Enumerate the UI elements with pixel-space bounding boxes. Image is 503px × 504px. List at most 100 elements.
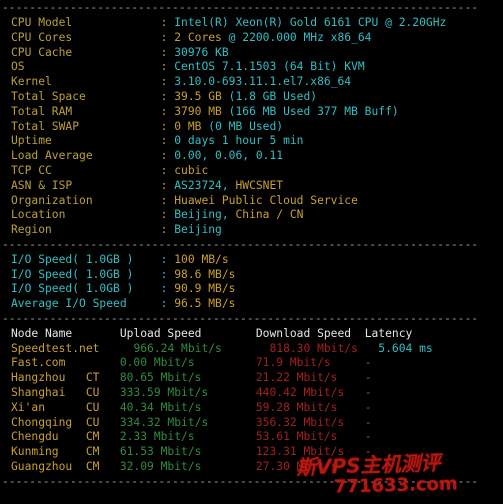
system-info-colon: : [160, 75, 175, 89]
speedtest-upload-speed: 32.09 Mbit/s [119, 459, 256, 473]
speedtest-upload-speed: 40.34 Mbit/s [119, 400, 256, 414]
system-info-row: Load Average : 0.00, 0.06, 0.11 [0, 149, 503, 164]
system-info-colon: : [160, 149, 175, 163]
speedtest-latency: - [364, 459, 372, 473]
system-info-value-yellow: 3790 MB [174, 104, 222, 118]
io-speed-row: I/O Speed( 1.0GB ) : 90.9 MB/s [0, 282, 503, 297]
speedtest-download-speed: 71.9 Mbit/s [255, 356, 365, 370]
system-info-value-yellow: 2 Cores [174, 30, 222, 44]
speedtest-node-name: Shanghai CU [11, 385, 120, 399]
system-info-label: Location [11, 208, 161, 222]
system-info-value-cyan: 0 days 1 hour 5 min [174, 134, 304, 148]
system-info-value-cyan: AS23724, [174, 178, 236, 192]
system-info-label: CPU Cache [11, 45, 161, 59]
speedtest-header-download: Download Speed [255, 326, 365, 340]
speedtest-row: Chongqing CU 334.32 Mbit/s 356.32 Mbit/s… [0, 416, 503, 431]
io-speed-label: I/O Speed( 1.0GB ) [11, 267, 161, 281]
system-info-value-cyan: (166 MB Used 377 MB Buff) [221, 104, 399, 118]
system-info-value-yellow: Huawei Public Cloud Service [174, 193, 358, 207]
system-info-value-cyan: @ 2200.000 MHz x86_64 [221, 30, 372, 44]
io-speed-colon: : [160, 252, 175, 266]
system-info-label: OS [11, 60, 161, 74]
separator-top: ----------------------------------------… [2, 1, 479, 14]
speedtest-download-speed: 59.28 Mbit/s [255, 400, 365, 414]
speedtest-latency: - [364, 400, 372, 414]
system-info-label: ASN & ISP [11, 178, 161, 192]
io-speed-value: 100 MB/s [174, 252, 229, 266]
speedtest-row: Fast.com 0.00 Mbit/s 71.9 Mbit/s - [0, 356, 503, 371]
speedtest-node-name: Chongqing CU [11, 415, 120, 429]
system-info-value-cyan: CentOS 7.1.1503 (64 Bit) KVM [174, 60, 365, 74]
io-speed-row: I/O Speed( 1.0GB ) : 98.6 MB/s [0, 268, 503, 283]
system-info-row: CPU Cache : 30976 KB [0, 46, 503, 61]
io-speed-row: Average I/O Speed : 96.5 MB/s [0, 297, 503, 312]
speedtest-latency: - [364, 385, 372, 399]
system-info-row: Total Space : 39.5 GB (1.8 GB Used) [0, 90, 503, 105]
system-info-value-cyan: (0 MB Used) [201, 119, 284, 133]
speedtest-header-row: Node Name Upload Speed Download Speed La… [0, 327, 503, 342]
speedtest-row: Speedtest.net 966.24 Mbit/s 818.30 Mbit/… [0, 342, 503, 357]
speedtest-download-speed: 818.30 Mbit/s [269, 341, 379, 355]
system-info-colon: : [160, 45, 175, 59]
speedtest-row: Kunming CM 61.53 Mbit/s 123.31 Mbit/s - [0, 445, 503, 460]
separator-speedtest: ----------------------------------------… [2, 311, 479, 325]
system-info-colon: : [160, 208, 175, 222]
io-speed-colon: : [160, 267, 175, 281]
system-info-row: Organization : Huawei Public Cloud Servi… [0, 194, 503, 209]
speedtest-latency: - [364, 430, 372, 444]
speedtest-header-latency: Latency [364, 326, 413, 340]
io-speed-label: Average I/O Speed [11, 297, 161, 311]
system-info-colon: : [160, 134, 175, 148]
system-info-value-yellow: HWCSNET [235, 178, 284, 192]
system-info-label: CPU Model [11, 16, 161, 29]
speedtest-upload-speed: 333.59 Mbit/s [119, 385, 256, 399]
system-info-label: CPU Cores [11, 30, 161, 44]
speedtest-row: Chengdu CM 2.33 Mbit/s 53.61 Mbit/s - [0, 430, 503, 445]
system-info-label: Region [11, 223, 161, 237]
system-info-value-cyan: Beijing, [174, 208, 236, 222]
system-info-row: CPU Model : Intel(R) Xeon(R) Gold 6161 C… [0, 16, 503, 31]
io-speed-colon: : [160, 282, 175, 296]
system-info-colon: : [160, 178, 175, 192]
speedtest-header-node: Node Name [11, 326, 120, 340]
speedtest-upload-speed: 334.32 Mbit/s [119, 415, 256, 429]
system-info-label: Load Average [11, 149, 161, 163]
system-info-label: TCP CC [11, 163, 161, 177]
speedtest-node-name: Fast.com [11, 356, 120, 370]
speedtest-download-speed: 356.32 Mbit/s [255, 415, 365, 429]
separator-bottom: ----------------------------------------… [2, 474, 479, 488]
system-info-row: Total RAM : 3790 MB (166 MB Used 377 MB … [0, 105, 503, 120]
system-info-label: Kernel [11, 75, 161, 89]
terminal-output: ----------------------------------------… [0, 0, 503, 504]
io-speed-row: I/O Speed( 1.0GB ) : 100 MB/s [0, 253, 503, 268]
speedtest-node-name: Xi'an CU [11, 400, 120, 414]
system-info-colon: : [160, 223, 175, 237]
speedtest-download-speed: 53.61 Mbit/s [255, 430, 365, 444]
speedtest-download-speed: 21.22 Mbit/s [255, 371, 365, 385]
system-info-row: Kernel : 3.10.0-693.11.1.el7.x86_64 [0, 75, 503, 90]
system-info-block: CPU Model : Intel(R) Xeon(R) Gold 6161 C… [0, 16, 503, 238]
system-info-colon: : [160, 119, 175, 133]
speedtest-latency: - [364, 415, 372, 429]
system-info-row: ASN & ISP : AS23724, HWCSNET [0, 179, 503, 194]
io-speed-value: 90.9 MB/s [174, 282, 236, 296]
speedtest-upload-speed: 0.00 Mbit/s [119, 356, 256, 370]
speedtest-latency: - [364, 371, 372, 385]
io-speed-value: 98.6 MB/s [174, 267, 236, 281]
speedtest-download-speed: 440.42 Mbit/s [255, 385, 365, 399]
speedtest-node-name: Chengdu CM [11, 430, 120, 444]
io-speed-value: 96.5 MB/s [174, 297, 236, 311]
system-info-colon: : [160, 60, 175, 74]
speedtest-row: Xi'an CU 40.34 Mbit/s 59.28 Mbit/s - [0, 401, 503, 416]
system-info-value-cyan: Intel(R) Xeon(R) Gold 6161 CPU @ 2.20GHz [174, 16, 447, 29]
io-speed-colon: : [160, 297, 175, 311]
speedtest-row: Shanghai CU 333.59 Mbit/s 440.42 Mbit/s … [0, 386, 503, 401]
system-info-value-yellow: 39.5 GB [174, 89, 222, 103]
system-info-row: CPU Cores : 2 Cores @ 2200.000 MHz x86_6… [0, 31, 503, 46]
system-info-row: Location : Beijing, China / CN [0, 208, 503, 223]
speedtest-latency: - [364, 445, 372, 459]
system-info-label: Uptime [11, 134, 161, 148]
speedtest-download-speed: 123.31 Mbit/s [255, 445, 365, 459]
speedtest-table: Node Name Upload Speed Download Speed La… [0, 327, 503, 475]
speedtest-download-speed: 27.30 Mbit/s [255, 459, 365, 473]
